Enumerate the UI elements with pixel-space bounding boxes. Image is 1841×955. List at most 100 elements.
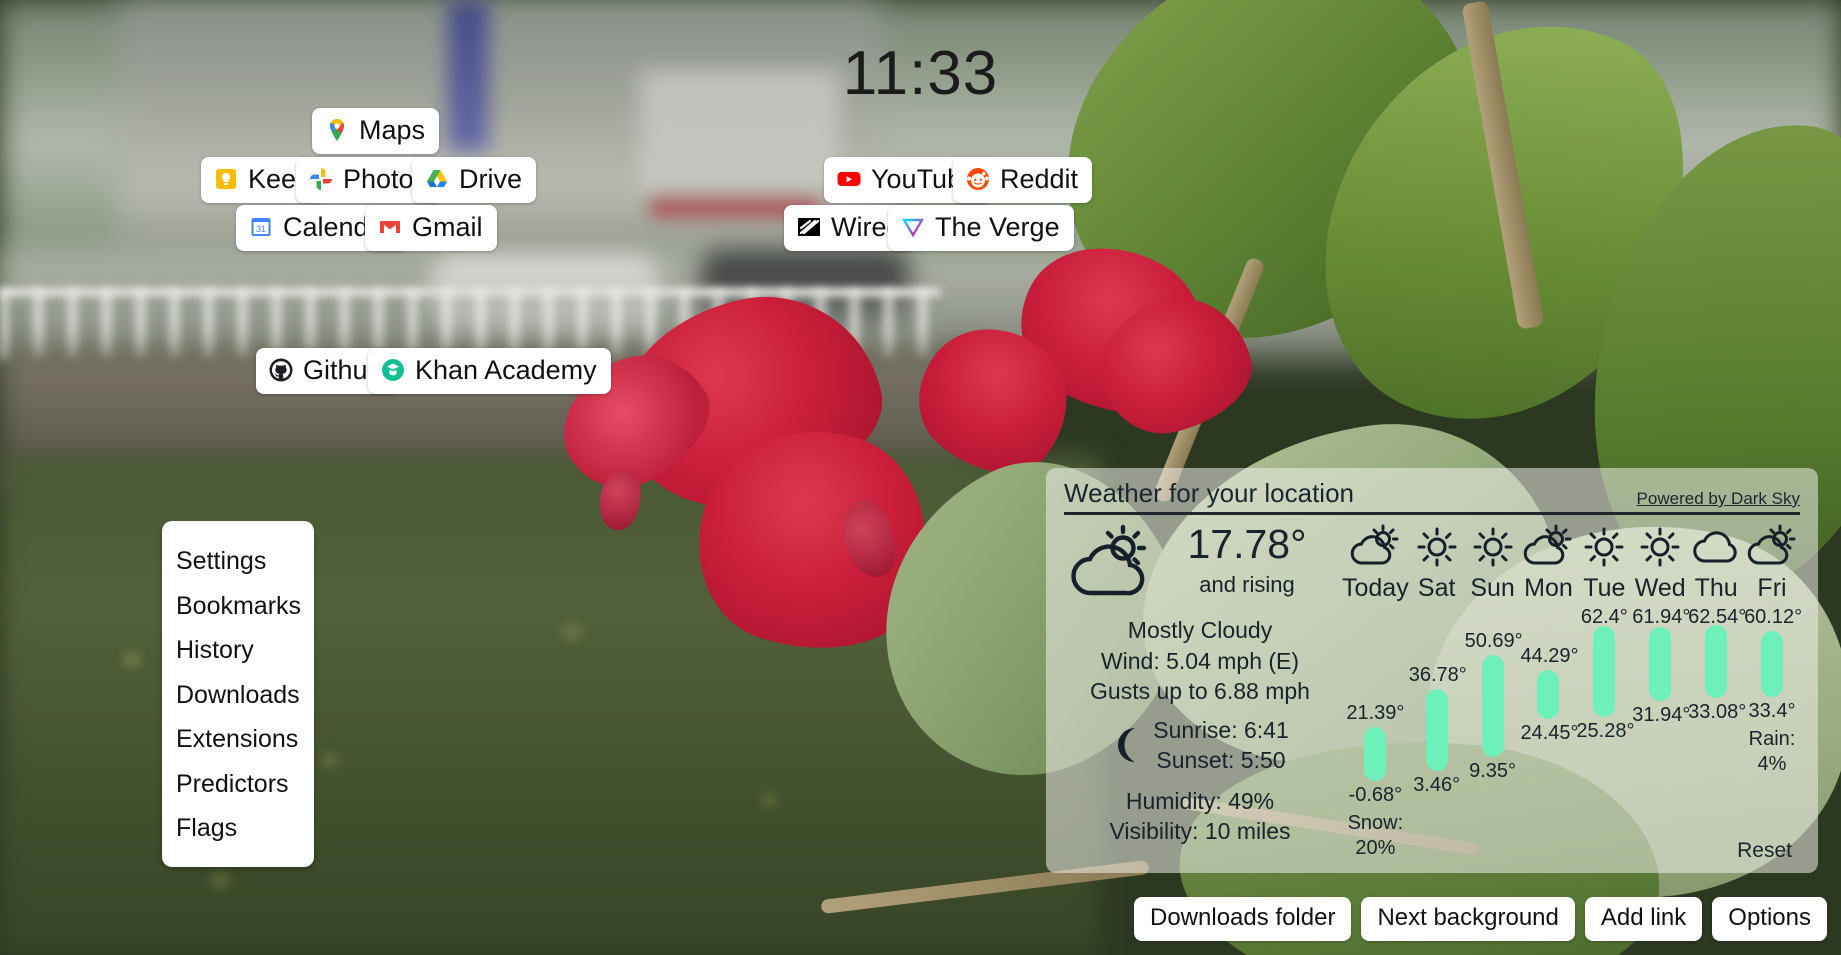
forecast-day-label: Tue <box>1583 574 1626 602</box>
link-tile-label: Gmail <box>412 212 483 242</box>
forecast-high-temp: 44.29° <box>1520 645 1579 668</box>
weather-current-panel: 17.78° and rising Mostly Cloudy Wind: 5.… <box>1064 521 1336 851</box>
forecast-bar-graph: 62.4° 25.28° <box>1576 606 1635 792</box>
link-tile-maps[interactable]: Maps <box>312 108 440 154</box>
forecast-bar-graph: 44.29° 24.45° <box>1520 607 1579 792</box>
weather-current-row: 17.78° and rising <box>1064 521 1336 601</box>
forecast-day-label: Thu <box>1694 574 1738 602</box>
menu-item-flags[interactable]: Flags <box>162 806 314 851</box>
button-options[interactable]: Options <box>1712 897 1827 941</box>
gmail-icon <box>377 214 403 240</box>
sun-times-text: Sunrise: 6:41 Sunset: 5:50 <box>1153 715 1289 776</box>
forecast-temp-bar <box>1649 626 1672 701</box>
forecast-high-temp: 60.12° <box>1744 606 1803 629</box>
forecast-day-label: Mon <box>1524 574 1573 602</box>
youtube-icon <box>836 166 862 192</box>
button-next-background[interactable]: Next background <box>1361 897 1575 941</box>
forecast-temp-bar <box>1537 670 1560 720</box>
svg-text:31: 31 <box>256 224 266 234</box>
clock: 11:33 <box>842 39 999 108</box>
forecast-temp-bar <box>1593 625 1616 718</box>
google-photos-icon <box>308 166 334 192</box>
forecast-precip: Rain: 4% <box>1744 727 1800 777</box>
forecast-high-temp: 61.94° <box>1632 606 1691 628</box>
the-verge-icon <box>900 214 926 240</box>
forecast-bar-graph: 61.94° 31.94° <box>1632 606 1691 792</box>
google-maps-icon <box>324 117 350 143</box>
link-tile-reddit[interactable]: Reddit <box>953 157 1093 203</box>
google-keep-icon <box>213 166 239 192</box>
forecast-day-label: Sun <box>1470 574 1515 602</box>
weather-title: Weather for your location <box>1064 478 1354 508</box>
link-tile-label: Reddit <box>1000 164 1079 194</box>
forecast-column: Thu 62.54° 33.08° <box>1688 521 1746 851</box>
forecast-day-label: Today <box>1342 574 1409 602</box>
github-icon <box>268 357 294 383</box>
link-tile-drive[interactable]: Drive <box>412 157 537 203</box>
forecast-temp-bar <box>1364 726 1387 782</box>
forecast-high-temp: 36.78° <box>1408 663 1467 686</box>
weather-body: 17.78° and rising Mostly Cloudy Wind: 5.… <box>1064 521 1803 859</box>
weather-credit-link[interactable]: Powered by Dark Sky <box>1637 489 1800 509</box>
partly-cloudy-day-icon <box>1522 523 1574 571</box>
forecast-bar-graph: 50.69° 9.35° <box>1464 607 1523 792</box>
link-tile-label: Khan Academy <box>415 355 597 385</box>
menu-item-extensions[interactable]: Extensions <box>162 717 314 762</box>
button-add-link[interactable]: Add link <box>1584 897 1703 941</box>
forecast-column: Wed 61.94° 31.94° <box>1632 521 1691 851</box>
temperature-trend: and rising <box>1199 572 1295 597</box>
weather-current-temp-block: 17.78° and rising <box>1158 524 1336 598</box>
menu-item-settings[interactable]: Settings <box>162 539 314 584</box>
khan-academy-icon <box>380 357 406 383</box>
wired-icon <box>796 214 822 240</box>
forecast-low-temp: 31.94° <box>1632 703 1691 726</box>
forecast-high-temp: 62.4° <box>1580 606 1628 628</box>
menu-item-downloads[interactable]: Downloads <box>162 673 314 718</box>
forecast-column: Mon 44.29° 24.45° <box>1520 521 1579 851</box>
visibility: Visibility: 10 miles <box>1109 818 1291 845</box>
forecast-bar-graph: 60.12° 33.4° Rain: 4% <box>1744 606 1803 792</box>
forecast-day-label: Wed <box>1634 574 1686 602</box>
clear-day-icon <box>1634 523 1686 571</box>
forecast-day-label: Fri <box>1757 574 1787 602</box>
menu-item-predictors[interactable]: Predictors <box>162 762 314 807</box>
current-temperature: 17.78° <box>1187 521 1307 567</box>
forecast-chart: Today 21.39° -0.68° Snow: 20% Sat 36.78° 3.46°… <box>1336 521 1803 859</box>
forecast-low-temp: -0.68° <box>1348 784 1403 807</box>
forecast-low-temp: 25.28° <box>1576 720 1635 743</box>
forecast-low-temp: 3.46° <box>1413 774 1461 797</box>
forecast-precip-value: 4% <box>1757 753 1787 776</box>
link-tile-gmail[interactable]: Gmail <box>365 205 497 251</box>
forecast-temp-bar <box>1705 625 1728 699</box>
link-tile-khan-academy[interactable]: Khan Academy <box>368 348 611 394</box>
clear-day-icon <box>1578 523 1630 571</box>
wind-speed: Wind: 5.04 mph (E) <box>1100 647 1300 674</box>
cloudy-icon <box>1690 523 1742 571</box>
sun-times-block: Sunrise: 6:41 Sunset: 5:50 <box>1064 715 1336 776</box>
forecast-high-temp: 50.69° <box>1464 629 1523 652</box>
forecast-bar-graph: 21.39° -0.68° Snow: 20% <box>1342 607 1409 859</box>
link-tile-label: Drive <box>459 164 523 194</box>
reset-button[interactable]: Reset <box>1737 839 1792 863</box>
weather-widget: Weather for your location Powered by Dar… <box>1046 468 1818 873</box>
weather-summary: Mostly Cloudy <box>1127 617 1273 643</box>
sunrise: Sunrise: 6:41 <box>1153 716 1289 743</box>
bottom-toolbar: Downloads folder Next background Add link O… <box>1134 897 1827 941</box>
menu-item-history[interactable]: History <box>162 628 314 673</box>
wind-gusts: Gusts up to 6.88 mph <box>1090 678 1310 705</box>
link-tile-label: Maps <box>359 115 426 145</box>
link-tile-the-verge[interactable]: The Verge <box>888 205 1074 251</box>
forecast-column: Fri 60.12° 33.4° Rain: 4% <box>1744 521 1803 851</box>
menu-item-bookmarks[interactable]: Bookmarks <box>162 584 314 629</box>
crescent-moon-icon <box>1111 725 1145 765</box>
humidity: Humidity: 49% <box>1125 787 1275 814</box>
forecast-low-temp: 33.4° <box>1748 700 1796 723</box>
google-drive-icon <box>424 166 450 192</box>
forecast-low-temp: 9.35° <box>1469 759 1517 782</box>
button-downloads-folder[interactable]: Downloads folder <box>1134 897 1352 941</box>
forecast-precip-label: Snow: <box>1347 812 1404 835</box>
forecast-day-label: Sat <box>1417 574 1456 602</box>
forecast-bar-graph: 62.54° 33.08° <box>1688 607 1746 792</box>
forecast-low-temp: 24.45° <box>1520 722 1579 745</box>
clear-day-icon <box>1411 523 1463 571</box>
